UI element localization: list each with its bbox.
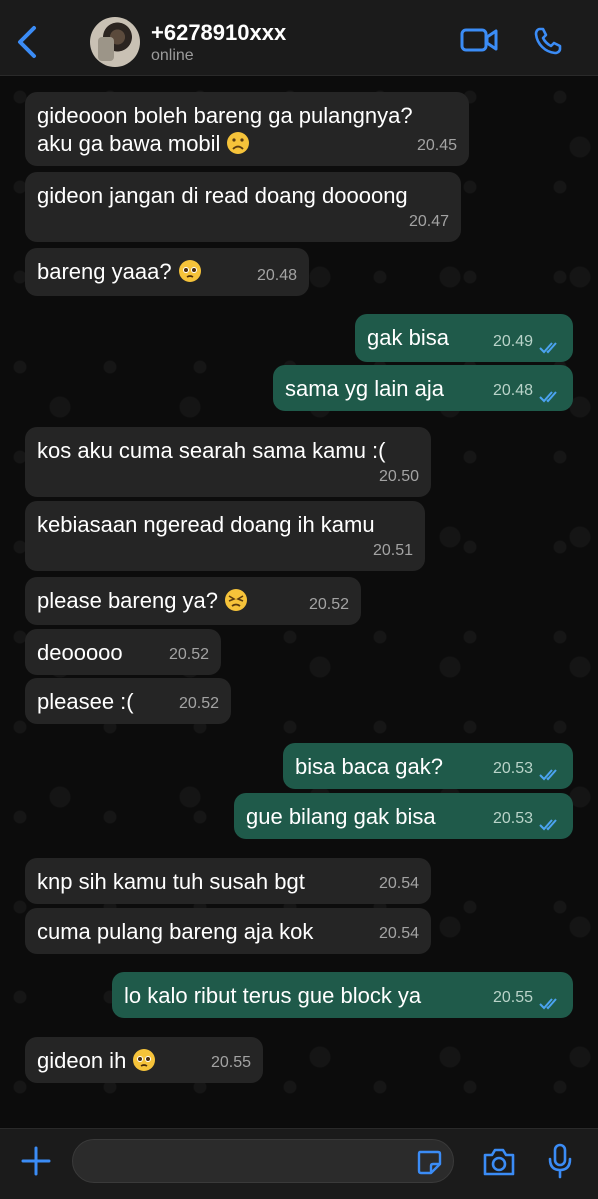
- frowning-face-icon: [226, 131, 250, 162]
- message-input[interactable]: [72, 1139, 454, 1183]
- chat-header: +6278910xxx online: [0, 0, 598, 76]
- message-outgoing[interactable]: lo kalo ribut terus gue block ya 20.55: [112, 972, 573, 1018]
- read-receipt-icon: [539, 391, 557, 403]
- message-time: 20.45: [416, 137, 457, 154]
- message-incoming[interactable]: kos aku cuma searah sama kamu :( 20.50: [25, 427, 431, 497]
- message-time: 20.48: [492, 382, 533, 399]
- message-time: 20.52: [178, 695, 219, 712]
- pleading-face-icon: [132, 1048, 156, 1079]
- message-time: 20.55: [210, 1054, 251, 1071]
- message-text: lo kalo ribut terus gue block ya: [124, 983, 422, 1008]
- message-incoming[interactable]: cuma pulang bareng aja kok 20.54: [25, 908, 431, 954]
- contact-status: online: [151, 47, 194, 64]
- message-time: 20.48: [256, 267, 297, 284]
- message-outgoing[interactable]: gak bisa 20.49: [355, 314, 573, 362]
- message-incoming[interactable]: bareng yaaa? 20.48: [25, 248, 309, 296]
- message-time: 20.54: [378, 875, 419, 892]
- message-time: 20.49: [492, 333, 533, 350]
- message-time: 20.50: [378, 468, 419, 485]
- contact-name[interactable]: +6278910xxx: [151, 20, 286, 46]
- message-text: gideon jangan di read doang doooong: [37, 183, 408, 208]
- message-text: gideon ih: [37, 1048, 127, 1073]
- read-receipt-icon: [539, 769, 557, 781]
- message-incoming[interactable]: gideon ih 20.55: [25, 1037, 263, 1083]
- read-receipt-icon: [539, 342, 557, 354]
- message-text: cuma pulang bareng aja kok: [37, 919, 314, 944]
- message-outgoing[interactable]: sama yg lain aja 20.48: [273, 365, 573, 411]
- message-time: 20.54: [378, 925, 419, 942]
- message-text: gideooon boleh bareng ga pulangnya?: [37, 103, 413, 128]
- message-outgoing[interactable]: bisa baca gak? 20.53: [283, 743, 573, 789]
- message-text: gue bilang gak bisa: [246, 804, 436, 829]
- message-text: bisa baca gak?: [295, 754, 443, 779]
- read-receipt-icon: [539, 998, 557, 1010]
- message-text: kos aku cuma searah sama kamu :(: [37, 438, 386, 463]
- message-text: aku ga bawa mobil: [37, 131, 221, 156]
- persevering-face-icon: [224, 588, 248, 619]
- message-text: knp sih kamu tuh susah bgt: [37, 869, 305, 894]
- message-time: 20.53: [492, 760, 533, 777]
- contact-avatar[interactable]: [90, 17, 140, 67]
- message-time: 20.51: [372, 542, 413, 559]
- message-incoming[interactable]: pleasee :( 20.52: [25, 678, 231, 724]
- back-chevron-icon[interactable]: [14, 24, 42, 60]
- microphone-icon[interactable]: [546, 1143, 574, 1179]
- message-time: 20.47: [408, 213, 449, 230]
- message-time: 20.53: [492, 810, 533, 827]
- message-outgoing[interactable]: gue bilang gak bisa 20.53: [234, 793, 573, 839]
- message-text: bareng yaaa?: [37, 259, 172, 284]
- message-text: kebiasaan ngeread doang ih kamu: [37, 512, 375, 537]
- composer-bar: [0, 1128, 598, 1199]
- message-incoming[interactable]: kebiasaan ngeread doang ih kamu 20.51: [25, 501, 425, 571]
- message-incoming[interactable]: knp sih kamu tuh susah bgt 20.54: [25, 858, 431, 904]
- message-incoming[interactable]: gideon jangan di read doang doooong 20.4…: [25, 172, 461, 242]
- plus-icon[interactable]: [20, 1145, 52, 1177]
- message-text: deooooo: [37, 640, 123, 665]
- message-text: sama yg lain aja: [285, 376, 444, 401]
- sticker-icon[interactable]: [416, 1149, 442, 1175]
- chat-messages-area[interactable]: gideooon boleh bareng ga pulangnya? aku …: [0, 77, 598, 1127]
- message-time: 20.52: [308, 596, 349, 613]
- message-text: please bareng ya?: [37, 588, 219, 613]
- message-incoming[interactable]: please bareng ya? 20.52: [25, 577, 361, 625]
- video-call-icon[interactable]: [460, 26, 498, 54]
- read-receipt-icon: [539, 819, 557, 831]
- phone-call-icon[interactable]: [533, 26, 563, 56]
- camera-icon[interactable]: [482, 1147, 516, 1177]
- message-text: gak bisa: [367, 325, 449, 350]
- message-incoming[interactable]: deooooo 20.52: [25, 629, 221, 675]
- message-text: pleasee :(: [37, 689, 134, 714]
- message-incoming[interactable]: gideooon boleh bareng ga pulangnya? aku …: [25, 92, 469, 166]
- pleading-face-icon: [178, 259, 202, 290]
- message-time: 20.52: [168, 646, 209, 663]
- message-time: 20.55: [492, 989, 533, 1006]
